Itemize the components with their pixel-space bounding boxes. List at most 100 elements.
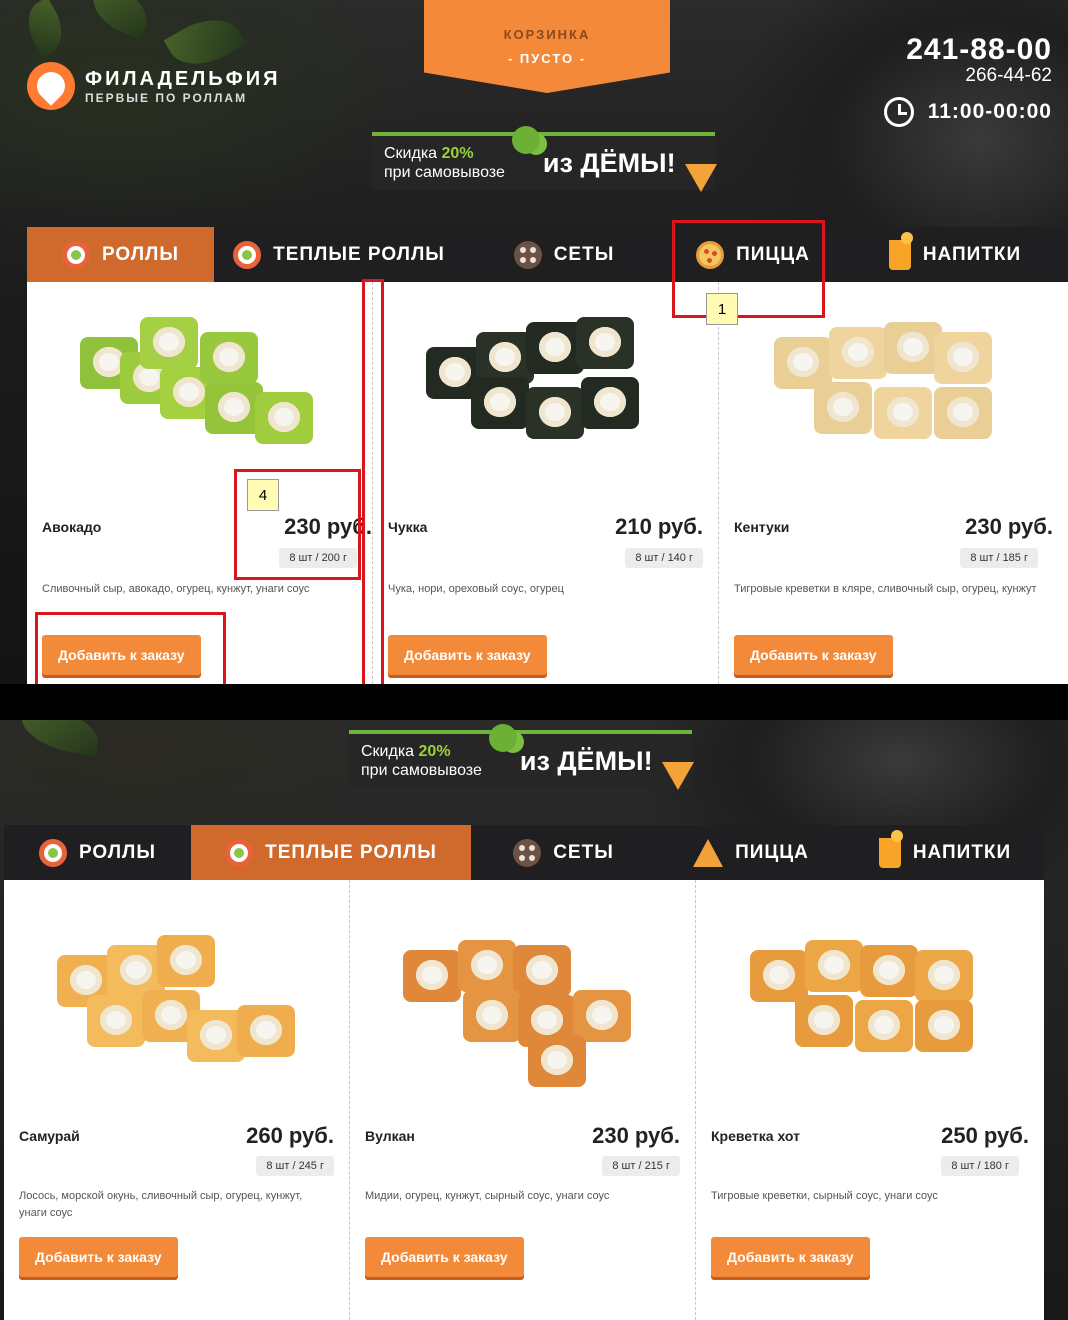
product-image (373, 307, 718, 457)
product-card: Самурай 260 руб. 8 шт / 245 г Лосось, мо… (4, 880, 350, 1320)
pizza-slice-icon (693, 838, 724, 867)
tab-sets[interactable]: СЕТЫ (471, 825, 656, 880)
promo-banner[interactable]: Скидка 20% при самовывозе из ДЁМЫ! (349, 724, 694, 790)
screenshot-top: ФИЛАДЕЛЬФИЯ ПЕРВЫЕ ПО РОЛЛАМ КОРЗИНКА - … (0, 0, 1068, 684)
tab-label: ПИЦЦА (735, 841, 809, 863)
set-icon (513, 240, 542, 269)
promo-banner[interactable]: Скидка 20% при самовывозе из ДЁМЫ! (372, 126, 717, 192)
product-description: Тигровые креветки в кляре, сливочный сыр… (734, 583, 1037, 595)
broccoli-icon (512, 126, 540, 154)
leaf-decoration (17, 720, 103, 757)
product-price: 250 руб. (941, 1123, 1029, 1148)
tab-label: ТЕПЛЫЕ РОЛЛЫ (273, 243, 445, 265)
tab-label: РОЛЛЫ (79, 841, 156, 863)
separator (0, 684, 1068, 720)
product-price: 230 руб. (592, 1123, 680, 1148)
product-weight: 8 шт / 200 г (279, 548, 357, 568)
cart-widget[interactable]: КОРЗИНКА - ПУСТО - (424, 0, 670, 93)
tab-warm-rolls[interactable]: ТЕПЛЫЕ РОЛЛЫ (191, 825, 471, 880)
add-to-order-button[interactable]: Добавить к заказу (42, 635, 201, 675)
product-price: 210 руб. (615, 514, 703, 539)
cart-status: - ПУСТО - (507, 51, 587, 66)
pizza-slice-icon (685, 164, 717, 192)
drink-icon (878, 829, 903, 868)
tab-rolls[interactable]: РОЛЛЫ (4, 825, 191, 880)
add-to-order-button[interactable]: Добавить к заказу (365, 1237, 524, 1277)
product-card: Кентуки 230 руб. 8 шт / 185 г Тигровые к… (719, 282, 1068, 684)
pizza-slice-icon (662, 762, 694, 790)
promo-discount-pct: 20% (418, 743, 451, 760)
tab-label: РОЛЛЫ (102, 243, 179, 265)
product-description: Сливочный сыр, авокадо, огурец, кунжут, … (42, 583, 310, 595)
add-to-order-button[interactable]: Добавить к заказу (711, 1237, 870, 1277)
tab-label: СЕТЫ (553, 243, 615, 265)
phone-alt[interactable]: 266-44-62 (884, 65, 1052, 87)
product-grid: Самурай 260 руб. 8 шт / 245 г Лосось, мо… (4, 880, 1044, 1320)
hours-text: 11:00-00:00 (927, 100, 1052, 123)
product-weight: 8 шт / 245 г (256, 1156, 334, 1176)
product-weight: 8 шт / 180 г (941, 1156, 1019, 1176)
tab-pizza[interactable]: ПИЦЦА (664, 227, 842, 282)
pizza-icon (696, 240, 725, 269)
promo-pickup: при самовывозе (384, 164, 505, 181)
roll-icon (62, 240, 90, 269)
product-image (719, 307, 1068, 457)
tab-sets[interactable]: СЕТЫ (464, 227, 664, 282)
cart-title: КОРЗИНКА (503, 27, 591, 42)
leaf-decoration (17, 0, 73, 58)
promo-text: Скидка 20% при самовывозе (384, 144, 505, 182)
clock-icon (883, 97, 914, 127)
tab-label: ПИЦЦА (736, 243, 810, 265)
add-to-order-button[interactable]: Добавить к заказу (734, 635, 893, 675)
set-icon (513, 838, 542, 867)
product-card: Вулкан 230 руб. 8 шт / 215 г Мидии, огур… (350, 880, 696, 1320)
product-grid: Авокадо 230 руб. 8 шт / 200 г Сливочный … (27, 282, 1068, 684)
product-card: Авокадо 230 руб. 8 шт / 200 г Сливочный … (27, 282, 373, 684)
tab-label: НАПИТКИ (912, 841, 1012, 863)
logo-icon (27, 62, 75, 110)
brand-tagline: ПЕРВЫЕ ПО РОЛЛАМ (85, 90, 248, 105)
product-price: 260 руб. (246, 1123, 334, 1148)
product-weight: 8 шт / 215 г (602, 1156, 680, 1176)
tab-warm-rolls[interactable]: ТЕПЛЫЕ РОЛЛЫ (214, 227, 464, 282)
roll-icon (233, 240, 262, 269)
add-to-order-button[interactable]: Добавить к заказу (388, 635, 547, 675)
promo-discount-label: Скидка (361, 743, 419, 760)
product-image (696, 920, 1044, 1080)
product-name[interactable]: Кентуки (734, 519, 789, 535)
category-tabs: РОЛЛЫ ТЕПЛЫЕ РОЛЛЫ СЕТЫ ПИЦЦА НАПИТКИ (27, 227, 1068, 282)
tab-pizza[interactable]: ПИЦЦА (656, 825, 846, 880)
product-weight: 8 шт / 185 г (960, 548, 1038, 568)
product-image (4, 920, 349, 1080)
product-name[interactable]: Самурай (19, 1128, 80, 1144)
tab-drinks[interactable]: НАПИТКИ (842, 227, 1068, 282)
product-image (350, 920, 695, 1087)
promo-pickup: при самовывозе (361, 762, 482, 779)
annotation-tag-4: 4 (247, 479, 279, 511)
product-card: Креветка хот 250 руб. 8 шт / 180 г Тигро… (696, 880, 1044, 1320)
product-price: 230 руб. (965, 514, 1053, 539)
tab-label: ТЕПЛЫЕ РОЛЛЫ (265, 841, 437, 863)
promo-headline: из ДЁМЫ! (519, 745, 653, 776)
tab-rolls[interactable]: РОЛЛЫ (27, 227, 214, 282)
product-name[interactable]: Вулкан (365, 1128, 415, 1144)
promo-text: Скидка 20% при самовывозе (361, 742, 482, 780)
tab-drinks[interactable]: НАПИТКИ (846, 825, 1044, 880)
site-logo[interactable]: ФИЛАДЕЛЬФИЯ ПЕРВЫЕ ПО РОЛЛАМ (27, 62, 280, 110)
roll-icon (225, 838, 254, 867)
phone-main[interactable]: 241-88-00 (884, 35, 1052, 65)
product-image (27, 307, 372, 457)
product-name[interactable]: Креветка хот (711, 1128, 800, 1144)
opening-hours: 11:00-00:00 (883, 97, 1052, 127)
product-name[interactable]: Авокадо (42, 519, 101, 535)
broccoli-icon (489, 724, 517, 752)
promo-headline: из ДЁМЫ! (542, 147, 676, 178)
add-to-order-button[interactable]: Добавить к заказу (19, 1237, 178, 1277)
drink-icon (888, 231, 913, 270)
tab-label: НАПИТКИ (922, 243, 1022, 265)
brand-name: ФИЛАДЕЛЬФИЯ (85, 67, 281, 90)
promo-discount-label: Скидка (384, 145, 442, 162)
product-description: Мидии, огурец, кунжут, сырный соус, унаг… (365, 1190, 610, 1202)
product-description: Тигровые креветки, сырный соус, унаги со… (711, 1190, 938, 1202)
product-name[interactable]: Чукка (388, 519, 427, 535)
